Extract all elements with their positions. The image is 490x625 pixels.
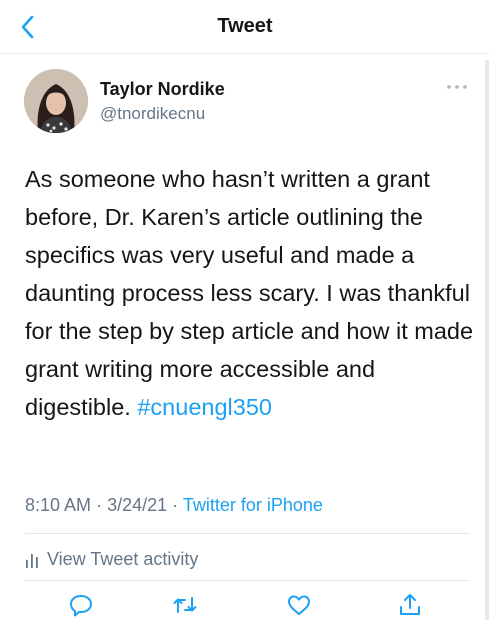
retweet-icon: [173, 597, 197, 613]
page-title: Tweet: [217, 15, 273, 37]
avatar[interactable]: [24, 69, 88, 133]
like-button[interactable]: [285, 591, 313, 619]
tweet-body-text: As someone who hasn’t written a grant be…: [25, 166, 474, 420]
more-icon: [447, 85, 467, 89]
top-bar: Tweet: [0, 0, 490, 54]
reply-icon: [70, 595, 92, 617]
bar-chart-icon: [26, 554, 38, 568]
author-handle[interactable]: @tnordikecnu: [100, 104, 205, 124]
share-icon: [400, 594, 420, 615]
share-button[interactable]: [396, 591, 424, 619]
hashtag-link[interactable]: #cnuengl350: [137, 394, 272, 420]
scrollbar[interactable]: [485, 60, 489, 620]
divider: [25, 580, 470, 581]
tweet-time: 8:10 AM: [25, 495, 92, 515]
retweet-button[interactable]: [171, 591, 199, 619]
author-name[interactable]: Taylor Nordike: [100, 79, 225, 100]
heart-icon: [288, 595, 310, 615]
meta-separator: ·: [96, 495, 103, 515]
view-tweet-activity-label: View Tweet activity: [47, 549, 199, 569]
tweet-date: 3/24/21: [107, 495, 168, 515]
more-options-button[interactable]: [444, 80, 470, 94]
divider: [25, 533, 470, 534]
tweet-metadata: 8:10 AM · 3/24/21 · Twitter for iPhone: [25, 495, 323, 516]
tweet-source-link[interactable]: Twitter for iPhone: [183, 495, 323, 515]
meta-separator: ·: [172, 495, 179, 515]
tweet-text: As someone who hasn’t written a grant be…: [25, 160, 475, 426]
reply-button[interactable]: [67, 591, 95, 619]
profile-photo: [24, 69, 88, 133]
